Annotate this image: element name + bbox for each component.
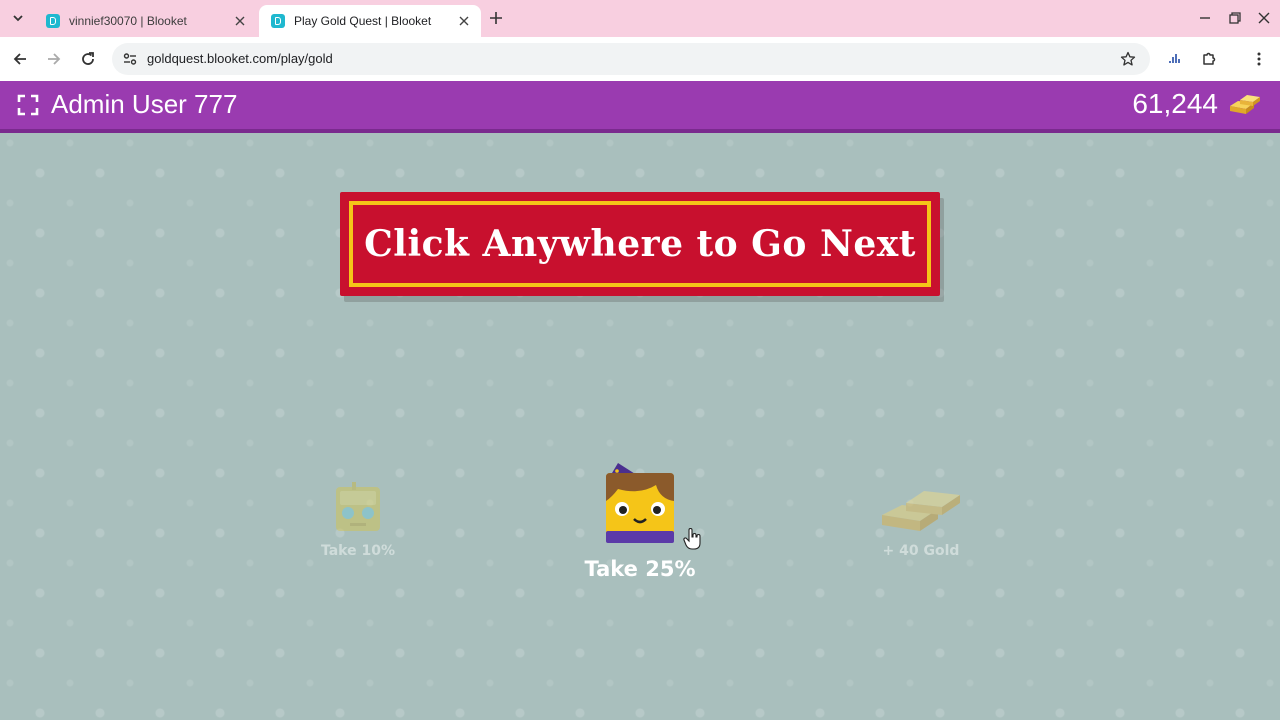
minimize-button[interactable]: [1195, 8, 1215, 28]
choice-label: Take 25%: [584, 557, 696, 581]
reload-icon: [82, 52, 94, 65]
arrow-right-icon: [48, 53, 61, 65]
bookmark-star-icon[interactable]: [1118, 49, 1138, 69]
tab-title: vinnief30070 | Blooket: [69, 14, 187, 28]
game-area[interactable]: Click Anywhere to Go Next Take 10% Take …: [0, 133, 1280, 720]
tab-title: Play Gold Quest | Blooket: [294, 14, 432, 28]
menu-button[interactable]: [1247, 47, 1271, 71]
game-header: Admin User 777 61,244: [0, 81, 1280, 133]
gold-count: 61,244: [1132, 88, 1218, 119]
choice-plus-40-gold[interactable]: + 40 Gold: [860, 481, 982, 559]
hand-cursor-icon: [683, 528, 701, 550]
tab-search-button[interactable]: [7, 7, 29, 29]
gold-bars-icon: [882, 491, 960, 531]
restore-icon: [1229, 12, 1241, 24]
next-banner[interactable]: Click Anywhere to Go Next: [340, 192, 940, 296]
arrow-left-icon: [13, 53, 26, 65]
choice-take-10[interactable]: Take 10%: [298, 481, 418, 559]
new-tab-button[interactable]: [485, 7, 507, 29]
close-icon[interactable]: [231, 12, 249, 30]
close-window-button[interactable]: [1254, 8, 1274, 28]
gold-bars-icon: [1230, 95, 1260, 114]
minimize-icon: [1200, 17, 1210, 19]
banner-text: Click Anywhere to Go Next: [364, 223, 916, 265]
browser-tabstrip: vinnief30070 | Blooket Play Gold Quest |…: [0, 0, 1280, 37]
reading-mode-button[interactable]: [1163, 47, 1187, 71]
witch-blook-icon: [606, 463, 674, 543]
banner-border: Click Anywhere to Go Next: [349, 201, 931, 287]
back-button[interactable]: [8, 47, 32, 71]
reload-button[interactable]: [76, 47, 100, 71]
player-name: Admin User 777: [51, 89, 238, 119]
forward-button[interactable]: [42, 47, 66, 71]
fullscreen-icon[interactable]: [17, 94, 39, 116]
puzzle-icon: [1203, 52, 1216, 65]
choice-label: + 40 Gold: [882, 543, 960, 559]
kebab-menu-icon: [1257, 52, 1261, 66]
blooket-favicon-icon: [46, 14, 60, 28]
browser-toolbar: goldquest.blooket.com/play/gold: [0, 37, 1280, 81]
tab-play-gold-quest[interactable]: Play Gold Quest | Blooket: [259, 5, 481, 37]
address-bar[interactable]: goldquest.blooket.com/play/gold: [112, 43, 1150, 75]
url-text[interactable]: goldquest.blooket.com/play/gold: [147, 43, 333, 75]
robot-blook-icon: [336, 482, 380, 531]
blooket-favicon-icon: [271, 14, 285, 28]
choice-label: Take 10%: [320, 543, 395, 559]
choice-take-25[interactable]: Take 25%: [570, 461, 710, 581]
plus-icon: [490, 12, 502, 24]
restore-button[interactable]: [1225, 8, 1245, 28]
audio-wave-icon: [1169, 54, 1180, 63]
close-icon[interactable]: [455, 12, 473, 30]
site-info-icon[interactable]: [120, 49, 140, 69]
extensions-button[interactable]: [1197, 47, 1221, 71]
chevron-down-icon: [13, 15, 23, 22]
tab-vinnief[interactable]: vinnief30070 | Blooket: [34, 5, 257, 37]
close-icon: [1258, 12, 1270, 24]
